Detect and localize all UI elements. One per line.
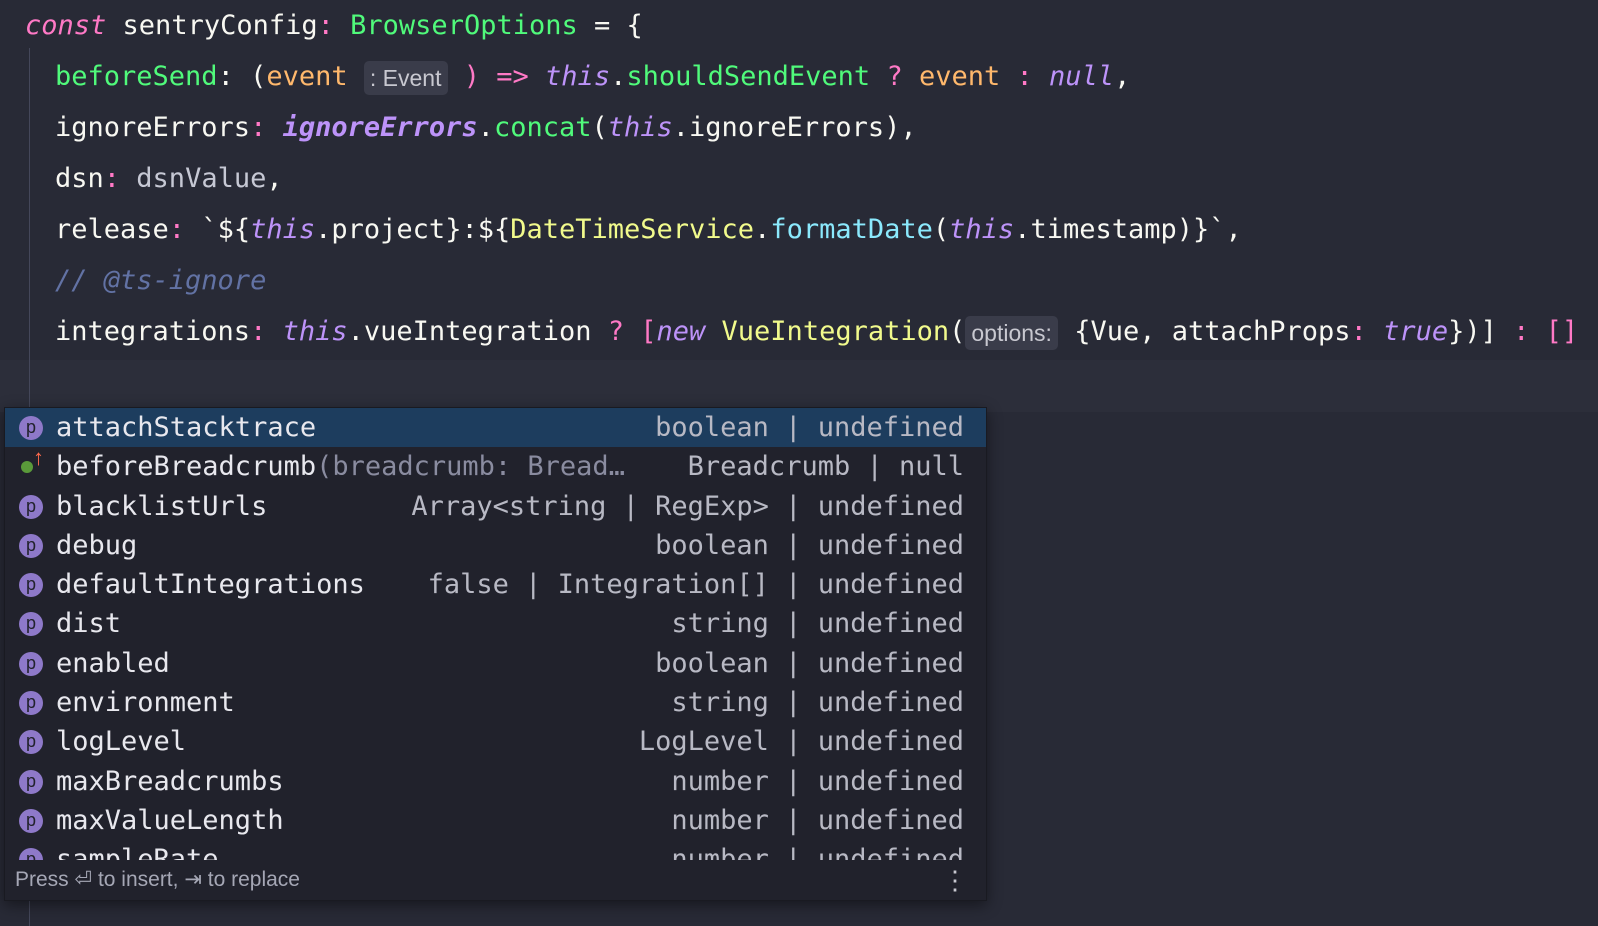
code-line-5: release: `${this.project}:${DateTimeServ… bbox=[55, 214, 1242, 245]
suggestion-name: environment bbox=[56, 687, 235, 719]
parameter-hint: options: bbox=[965, 315, 1058, 350]
suggestion-item[interactable]: p enabled boolean | undefined bbox=[5, 644, 986, 683]
suggestion-type: boolean | undefined bbox=[655, 412, 964, 443]
property-icon: p bbox=[19, 769, 43, 794]
property-icon: p bbox=[19, 848, 43, 860]
suggestion-item[interactable]: p environment string | undefined bbox=[5, 683, 986, 722]
suggestion-name: attachStacktrace bbox=[56, 412, 317, 443]
suggestion-item[interactable]: p logLevel LogLevel | undefined bbox=[5, 722, 986, 761]
property-icon: p bbox=[19, 494, 43, 519]
suggestion-type: number | undefined bbox=[671, 844, 964, 860]
suggestion-item[interactable]: p debug boolean | undefined bbox=[5, 526, 986, 565]
suggestion-label: dist bbox=[56, 604, 121, 643]
code-line-7: integrations: this.vueIntegration ? [new… bbox=[55, 306, 1578, 357]
suggestion-name: enabled bbox=[56, 647, 170, 679]
suggestion-item[interactable]: p attachStacktrace boolean | undefined bbox=[5, 408, 986, 448]
suggestion-label: defaultIntegrations bbox=[56, 565, 365, 604]
suggestion-label: blacklistUrls bbox=[56, 487, 267, 526]
property-icon: p bbox=[19, 651, 43, 676]
suggestion-type: number | undefined bbox=[671, 765, 964, 797]
property-icon: p bbox=[19, 691, 43, 716]
code-line-2: beforeSend: (event : Event ) => this.sho… bbox=[55, 51, 1130, 102]
suggestion-item[interactable]: p maxValueLength number | undefined bbox=[5, 801, 986, 840]
code-line-3: ignoreErrors: ignoreErrors.concat(this.i… bbox=[55, 112, 917, 143]
property-icon: p bbox=[19, 612, 43, 637]
suggestion-name: logLevel bbox=[56, 726, 187, 758]
suggestion-label: sampleRate bbox=[56, 840, 219, 860]
suggestion-name: defaultIntegrations bbox=[56, 569, 365, 601]
suggestion-item[interactable]: p dist string | undefined bbox=[5, 604, 986, 643]
suggestion-type: string | undefined bbox=[671, 687, 964, 719]
suggestion-item[interactable]: p maxBreadcrumbs number | undefined bbox=[5, 762, 986, 801]
suggestion-name: debug bbox=[56, 529, 138, 561]
suggestion-name: dist bbox=[56, 608, 122, 640]
suggestion-label: logLevel bbox=[56, 722, 186, 761]
suggestion-name: maxBreadcrumbs bbox=[56, 765, 284, 797]
suggestion-type: Array<string | RegExp> | undefined bbox=[411, 490, 964, 522]
property-icon: p bbox=[19, 416, 43, 440]
suggestion-type: false | Integration[] | undefined bbox=[427, 569, 964, 601]
suggestion-item[interactable]: ↑ beforeBreadcrumb(breadcrumb: Bread… Brea… bbox=[5, 446, 986, 486]
suggestion-footer: Press ⏎ to insert, ⇥ to replace ⋮ bbox=[5, 860, 986, 900]
suggestion-name: blacklistUrls bbox=[56, 490, 268, 522]
suggestion-label: attachStacktrace bbox=[56, 408, 316, 447]
method-icon: ↑ bbox=[19, 446, 44, 479]
suggestion-type: LogLevel | undefined bbox=[638, 726, 964, 758]
suggestion-item[interactable]: p sampleRate number | undefined bbox=[5, 840, 986, 860]
suggestion-type: Breadcrumb | null bbox=[687, 451, 964, 483]
suggestion-signature: (breadcrumb: Bread… bbox=[316, 451, 625, 483]
suggestion-label: maxValueLength bbox=[56, 801, 284, 840]
suggestion-item[interactable]: p blacklistUrls Array<string | RegExp> | u… bbox=[5, 487, 986, 526]
suggestion-name: beforeBreadcrumb bbox=[56, 451, 317, 483]
code-line-6: // @ts-ignore bbox=[55, 265, 267, 296]
suggestion-type: string | undefined bbox=[671, 608, 964, 640]
code-line-4: dsn: dsnValue, bbox=[55, 163, 283, 194]
property-icon: p bbox=[19, 808, 43, 833]
property-icon: p bbox=[19, 533, 43, 558]
type-hint: : Event bbox=[363, 60, 448, 95]
property-icon: p bbox=[19, 730, 43, 755]
suggestion-name: sampleRate bbox=[56, 844, 219, 860]
suggestion-label: beforeBreadcrumb(breadcrumb: Bread… bbox=[56, 447, 625, 486]
more-options-icon[interactable]: ⋮ bbox=[942, 860, 968, 900]
suggestion-list[interactable]: p attachStacktrace boolean | undefined ↑ bef… bbox=[5, 408, 986, 860]
current-line-highlight bbox=[0, 360, 1598, 412]
property-icon: p bbox=[19, 573, 43, 598]
suggestion-item[interactable]: p defaultIntegrations false | Integration[… bbox=[5, 565, 986, 604]
code-line-1: const sentryConfig: BrowserOptions = { bbox=[25, 10, 643, 41]
suggestion-footer-hint: Press ⏎ to insert, ⇥ to replace bbox=[15, 868, 300, 891]
suggestion-label: maxBreadcrumbs bbox=[56, 762, 284, 801]
suggestion-widget[interactable]: p attachStacktrace boolean | undefined ↑ bef… bbox=[4, 407, 987, 901]
suggestion-type: boolean | undefined bbox=[655, 529, 964, 561]
suggestion-name: maxValueLength bbox=[56, 804, 284, 836]
suggestion-label: debug bbox=[56, 526, 137, 565]
suggestion-label: environment bbox=[56, 683, 235, 722]
suggestion-type: boolean | undefined bbox=[655, 647, 964, 679]
suggestion-label: enabled bbox=[56, 644, 170, 683]
suggestion-type: number | undefined bbox=[671, 804, 964, 836]
